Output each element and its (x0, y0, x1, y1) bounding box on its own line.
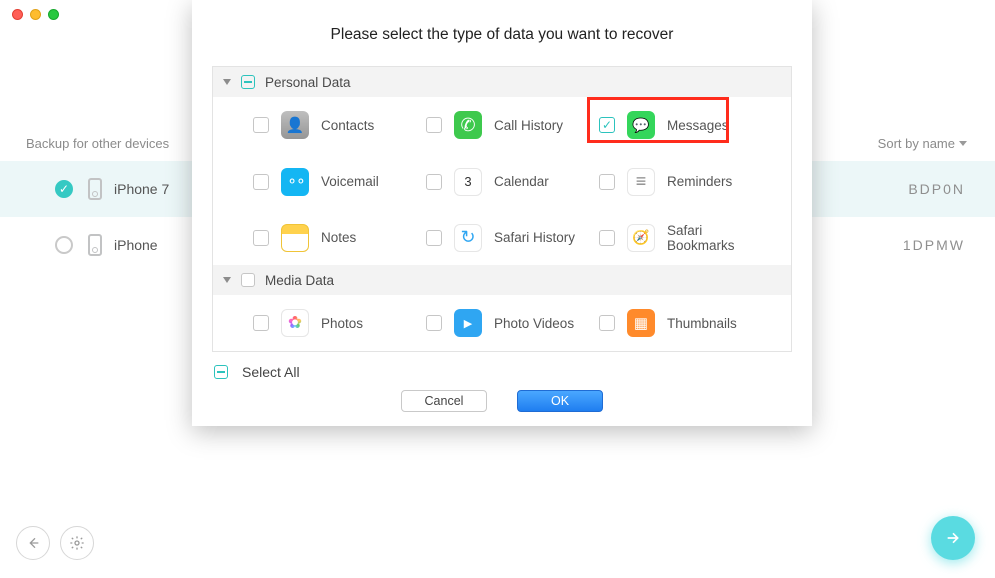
section-checkbox[interactable] (241, 273, 255, 287)
device-id: 1DPMW (903, 237, 965, 253)
item-label: Safari History (494, 230, 575, 245)
data-row: Voicemail Calendar Reminders (213, 153, 791, 209)
ok-button[interactable]: OK (517, 390, 603, 412)
checkbox[interactable] (599, 174, 615, 190)
messages-icon (627, 111, 655, 139)
contacts-icon (281, 111, 309, 139)
recover-data-modal: Please select the type of data you want … (192, 0, 812, 426)
section-title: Media Data (265, 273, 334, 288)
device-radio[interactable] (55, 180, 73, 198)
checkbox[interactable] (426, 117, 442, 133)
notes-icon (281, 224, 309, 252)
data-item-photo-videos[interactable]: Photo Videos (426, 309, 599, 337)
thumbnails-icon (627, 309, 655, 337)
cancel-button[interactable]: Cancel (401, 390, 487, 412)
device-id: BDP0N (908, 181, 965, 197)
select-all-label: Select All (242, 364, 300, 380)
data-item-call-history[interactable]: Call History (426, 111, 599, 139)
data-row: Contacts Call History Messages (213, 97, 791, 153)
checkbox[interactable] (599, 230, 615, 246)
checkbox[interactable] (426, 315, 442, 331)
checkbox[interactable] (253, 117, 269, 133)
item-label: Voicemail (321, 174, 379, 189)
section-header-personal[interactable]: Personal Data (213, 67, 791, 97)
data-row: Photos Photo Videos Thumbnails (213, 295, 791, 351)
settings-button[interactable] (60, 526, 94, 560)
section-checkbox-indeterminate[interactable] (241, 75, 255, 89)
photos-icon (281, 309, 309, 337)
chevron-down-icon (959, 141, 967, 146)
phone-icon (88, 234, 102, 256)
backup-other-devices-label: Backup for other devices (26, 136, 169, 151)
item-label: Photos (321, 316, 363, 331)
data-item-notes[interactable]: Notes (253, 224, 426, 252)
arrow-right-icon (945, 530, 961, 546)
data-item-reminders[interactable]: Reminders (599, 168, 772, 196)
data-item-photos[interactable]: Photos (253, 309, 426, 337)
item-label: Contacts (321, 118, 374, 133)
data-item-calendar[interactable]: Calendar (426, 168, 599, 196)
gear-icon (69, 535, 85, 551)
safari-history-icon (454, 224, 482, 252)
device-name: iPhone 7 (114, 181, 169, 197)
data-type-list: Personal Data Contacts Call History Mess… (212, 66, 792, 352)
phone-icon (88, 178, 102, 200)
select-all[interactable]: Select All (214, 364, 812, 380)
checkbox[interactable] (426, 230, 442, 246)
next-button[interactable] (931, 516, 975, 560)
calendar-icon (454, 168, 482, 196)
call-history-icon (454, 111, 482, 139)
back-button[interactable] (16, 526, 50, 560)
item-label: Calendar (494, 174, 549, 189)
modal-title: Please select the type of data you want … (192, 0, 812, 66)
checkbox[interactable] (253, 230, 269, 246)
chevron-down-icon (223, 79, 231, 85)
data-item-thumbnails[interactable]: Thumbnails (599, 309, 772, 337)
arrow-left-icon (25, 535, 41, 551)
sort-label: Sort by name (878, 136, 955, 151)
checkbox[interactable] (426, 174, 442, 190)
checkbox[interactable] (599, 315, 615, 331)
data-item-messages[interactable]: Messages (599, 111, 772, 139)
footer-controls (16, 526, 94, 560)
section-title: Personal Data (265, 75, 351, 90)
section-header-media[interactable]: Media Data (213, 265, 791, 295)
data-item-contacts[interactable]: Contacts (253, 111, 426, 139)
select-all-checkbox-indeterminate[interactable] (214, 365, 228, 379)
sort-dropdown[interactable]: Sort by name (878, 136, 967, 151)
device-name: iPhone (114, 237, 158, 253)
chevron-down-icon (223, 277, 231, 283)
item-label: Reminders (667, 174, 732, 189)
device-radio[interactable] (55, 236, 73, 254)
data-item-safari-history[interactable]: Safari History (426, 224, 599, 252)
checkbox[interactable] (253, 315, 269, 331)
data-row: Notes Safari History Safari Bookmarks (213, 209, 791, 265)
reminders-icon (627, 168, 655, 196)
checkbox[interactable] (599, 117, 615, 133)
item-label: Messages (667, 118, 729, 133)
checkbox[interactable] (253, 174, 269, 190)
item-label: Call History (494, 118, 563, 133)
safari-bookmarks-icon (627, 224, 655, 252)
data-item-voicemail[interactable]: Voicemail (253, 168, 426, 196)
photo-videos-icon (454, 309, 482, 337)
item-label: Photo Videos (494, 316, 574, 331)
modal-buttons: Cancel OK (192, 390, 812, 412)
data-item-safari-bookmarks[interactable]: Safari Bookmarks (599, 223, 772, 253)
item-label: Notes (321, 230, 356, 245)
item-label: Safari Bookmarks (667, 223, 772, 253)
item-label: Thumbnails (667, 316, 737, 331)
voicemail-icon (281, 168, 309, 196)
